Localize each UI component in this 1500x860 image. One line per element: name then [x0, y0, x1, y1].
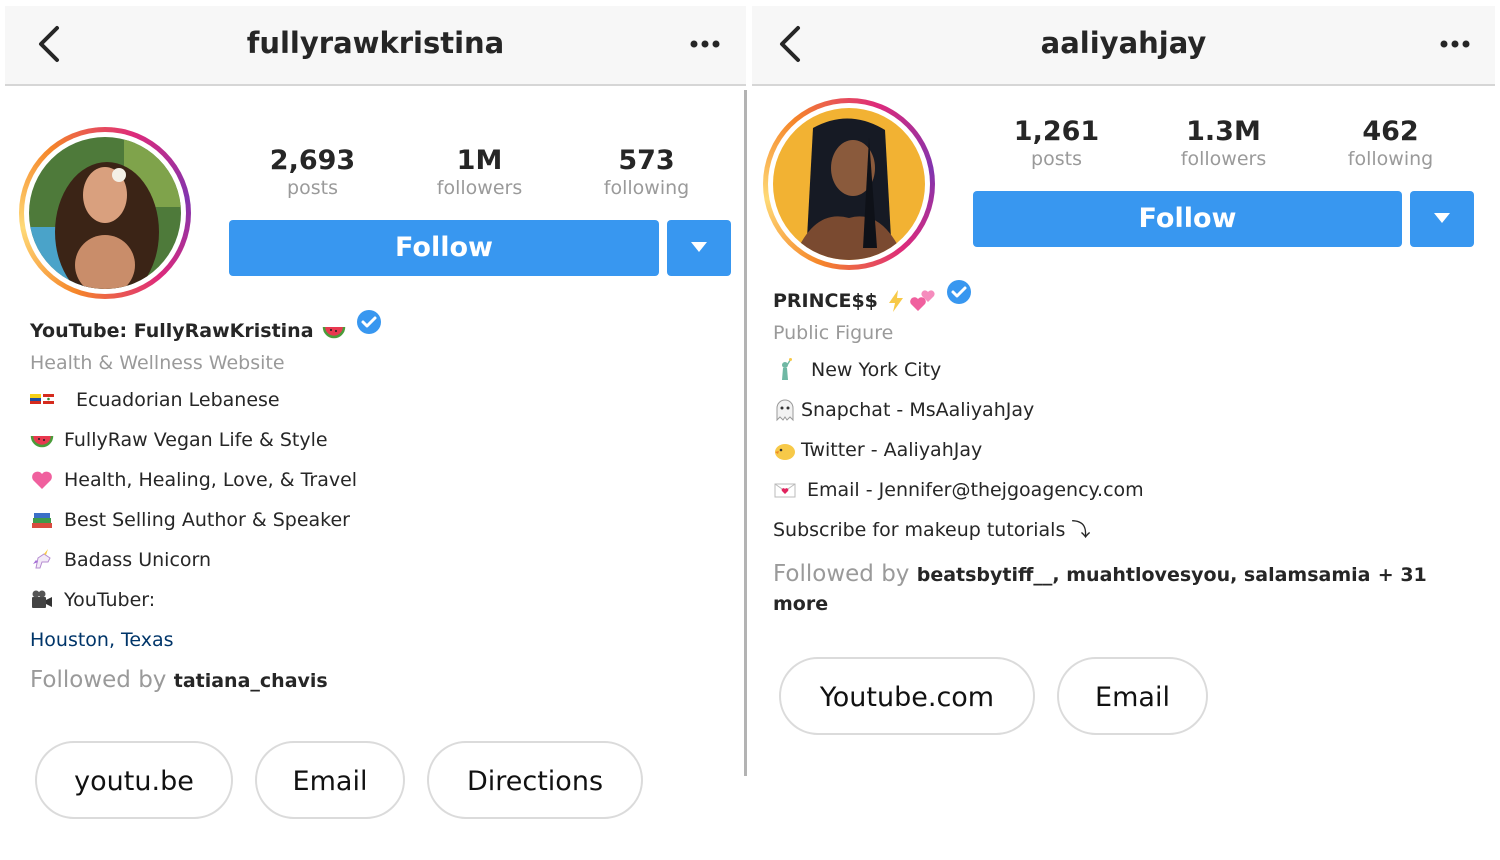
bio-line-text: YouTuber: — [64, 589, 156, 611]
caret-down-icon — [691, 242, 707, 252]
panel-divider — [744, 90, 747, 776]
stat-value: 2,693 — [269, 145, 356, 176]
bio-line-text: Subscribe for makeup tutorials ⤵ — [773, 519, 1091, 541]
bio-line: YouTuber: — [30, 580, 382, 620]
followed-by-users[interactable]: beatsbytiff__, muahtlovesyou, salamsamia — [917, 564, 1371, 586]
stat-value: 1.3M — [1186, 116, 1261, 147]
followed-by[interactable]: Followed by beatsbytiff__, muahtlovesyou… — [773, 560, 1453, 618]
bio-category: Public Figure — [773, 322, 894, 344]
profile-bio: PRINCE$$ Public Figure New York City Sna… — [773, 280, 1463, 618]
bio-line-text: New York City — [811, 359, 942, 381]
bio-line: New York City — [773, 350, 1463, 390]
bio-line: Health, Healing, Love, & Travel — [30, 460, 382, 500]
nav-bar: aaliyahjay — [752, 6, 1495, 86]
bio-line: Twitter - AaliyahJay — [773, 430, 1463, 470]
bio-line: Snapchat - MsAaliyahJay — [773, 390, 1463, 430]
statue-of-liberty-icon — [773, 358, 797, 382]
stat-label: posts — [1031, 148, 1082, 170]
stat-following[interactable]: 462 following — [1307, 117, 1474, 171]
display-name: PRINCE$$ — [773, 290, 878, 312]
stat-label: following — [1347, 148, 1434, 170]
profile-stats: 2,693 posts 1M followers 573 following — [229, 146, 730, 200]
bio-line: Ecuadorian Lebanese — [30, 380, 382, 420]
two-hearts-icon — [910, 289, 936, 313]
bio-line-text: Best Selling Author & Speaker — [64, 509, 350, 531]
ghost-icon — [773, 398, 797, 422]
watermelon-icon — [30, 428, 54, 452]
followed-by-prefix: Followed by — [773, 561, 910, 587]
stat-value: 1M — [456, 145, 503, 176]
bio-line-text: FullyRaw Vegan Life & Style — [64, 429, 328, 451]
youtube-link-button[interactable]: youtu.be — [35, 741, 233, 819]
youtube-link-button[interactable]: Youtube.com — [779, 657, 1035, 735]
flags-icon — [30, 388, 54, 412]
stat-label: followers — [436, 177, 523, 199]
profile-panel-left: fullyrawkristina 2,693 posts 1M follower… — [0, 0, 746, 860]
suggestions-dropdown-button[interactable] — [1410, 191, 1474, 247]
avatar[interactable] — [19, 127, 191, 299]
verified-badge-icon — [356, 310, 381, 334]
followed-by-users[interactable]: tatiana_chavis — [174, 670, 328, 692]
email-button[interactable]: Email — [255, 741, 405, 819]
bio-name-row: YouTube: FullyRawKristina — [30, 310, 382, 346]
location-link[interactable]: Houston, Texas — [30, 620, 382, 660]
stat-label: posts — [287, 177, 338, 199]
stat-label: following — [603, 177, 690, 199]
bio-name-row: PRINCE$$ — [773, 280, 1463, 316]
bio-line: Badass Unicorn — [30, 540, 382, 580]
camera-icon — [30, 588, 54, 612]
profile-panel-right: aaliyahjay 1,261 posts 1.3M followers 46 — [750, 0, 1500, 860]
watermelon-icon — [322, 319, 346, 343]
stat-value: 573 — [618, 145, 675, 176]
unicorn-icon — [30, 548, 54, 572]
lightning-icon — [886, 289, 906, 313]
stat-value: 462 — [1362, 116, 1419, 147]
profile-username: fullyrawkristina — [246, 26, 505, 60]
stat-followers[interactable]: 1.3M followers — [1140, 117, 1307, 171]
chick-icon — [773, 438, 797, 462]
followed-by-prefix: Followed by — [30, 667, 167, 693]
stat-posts[interactable]: 2,693 posts — [229, 146, 396, 200]
profile-stats: 1,261 posts 1.3M followers 462 following — [973, 117, 1474, 171]
nav-bar: fullyrawkristina — [5, 6, 746, 86]
avatar[interactable] — [763, 98, 935, 270]
more-options-icon[interactable] — [1440, 36, 1470, 50]
bio-line: Subscribe for makeup tutorials ⤵ — [773, 510, 1463, 550]
follow-button[interactable]: Follow — [229, 220, 659, 276]
verified-badge-icon — [946, 280, 971, 304]
directions-button[interactable]: Directions — [427, 741, 643, 819]
bio-category: Health & Wellness Website — [30, 352, 285, 374]
heart-icon — [30, 468, 54, 492]
more-options-icon[interactable] — [690, 36, 720, 50]
suggestions-dropdown-button[interactable] — [667, 220, 731, 276]
books-icon — [30, 508, 54, 532]
bio-line: FullyRaw Vegan Life & Style — [30, 420, 382, 460]
bio-line-text: Twitter - AaliyahJay — [801, 439, 983, 461]
bio-line-text: Health, Healing, Love, & Travel — [64, 469, 358, 491]
followed-by[interactable]: Followed by tatiana_chavis — [30, 660, 382, 700]
stat-following[interactable]: 573 following — [563, 146, 730, 200]
display-name: YouTube: FullyRawKristina — [30, 320, 314, 342]
bio-line-text: Email - Jennifer@thejgoagency.com — [807, 479, 1144, 501]
bio-line: Best Selling Author & Speaker — [30, 500, 382, 540]
email-button[interactable]: Email — [1057, 657, 1208, 735]
caret-down-icon — [1434, 213, 1450, 223]
love-letter-icon — [773, 478, 797, 502]
bio-line: Email - Jennifer@thejgoagency.com — [773, 470, 1463, 510]
follow-button[interactable]: Follow — [973, 191, 1402, 247]
profile-bio: YouTube: FullyRawKristina Health & Welln… — [30, 310, 382, 700]
bio-line-text: Badass Unicorn — [64, 549, 212, 571]
stat-posts[interactable]: 1,261 posts — [973, 117, 1140, 171]
stat-followers[interactable]: 1M followers — [396, 146, 563, 200]
profile-username: aaliyahjay — [1040, 26, 1207, 60]
stat-value: 1,261 — [1013, 116, 1100, 147]
bio-line-text: Snapchat - MsAaliyahJay — [801, 399, 1035, 421]
stat-label: followers — [1180, 148, 1267, 170]
bio-line-text: Ecuadorian Lebanese — [76, 389, 280, 411]
